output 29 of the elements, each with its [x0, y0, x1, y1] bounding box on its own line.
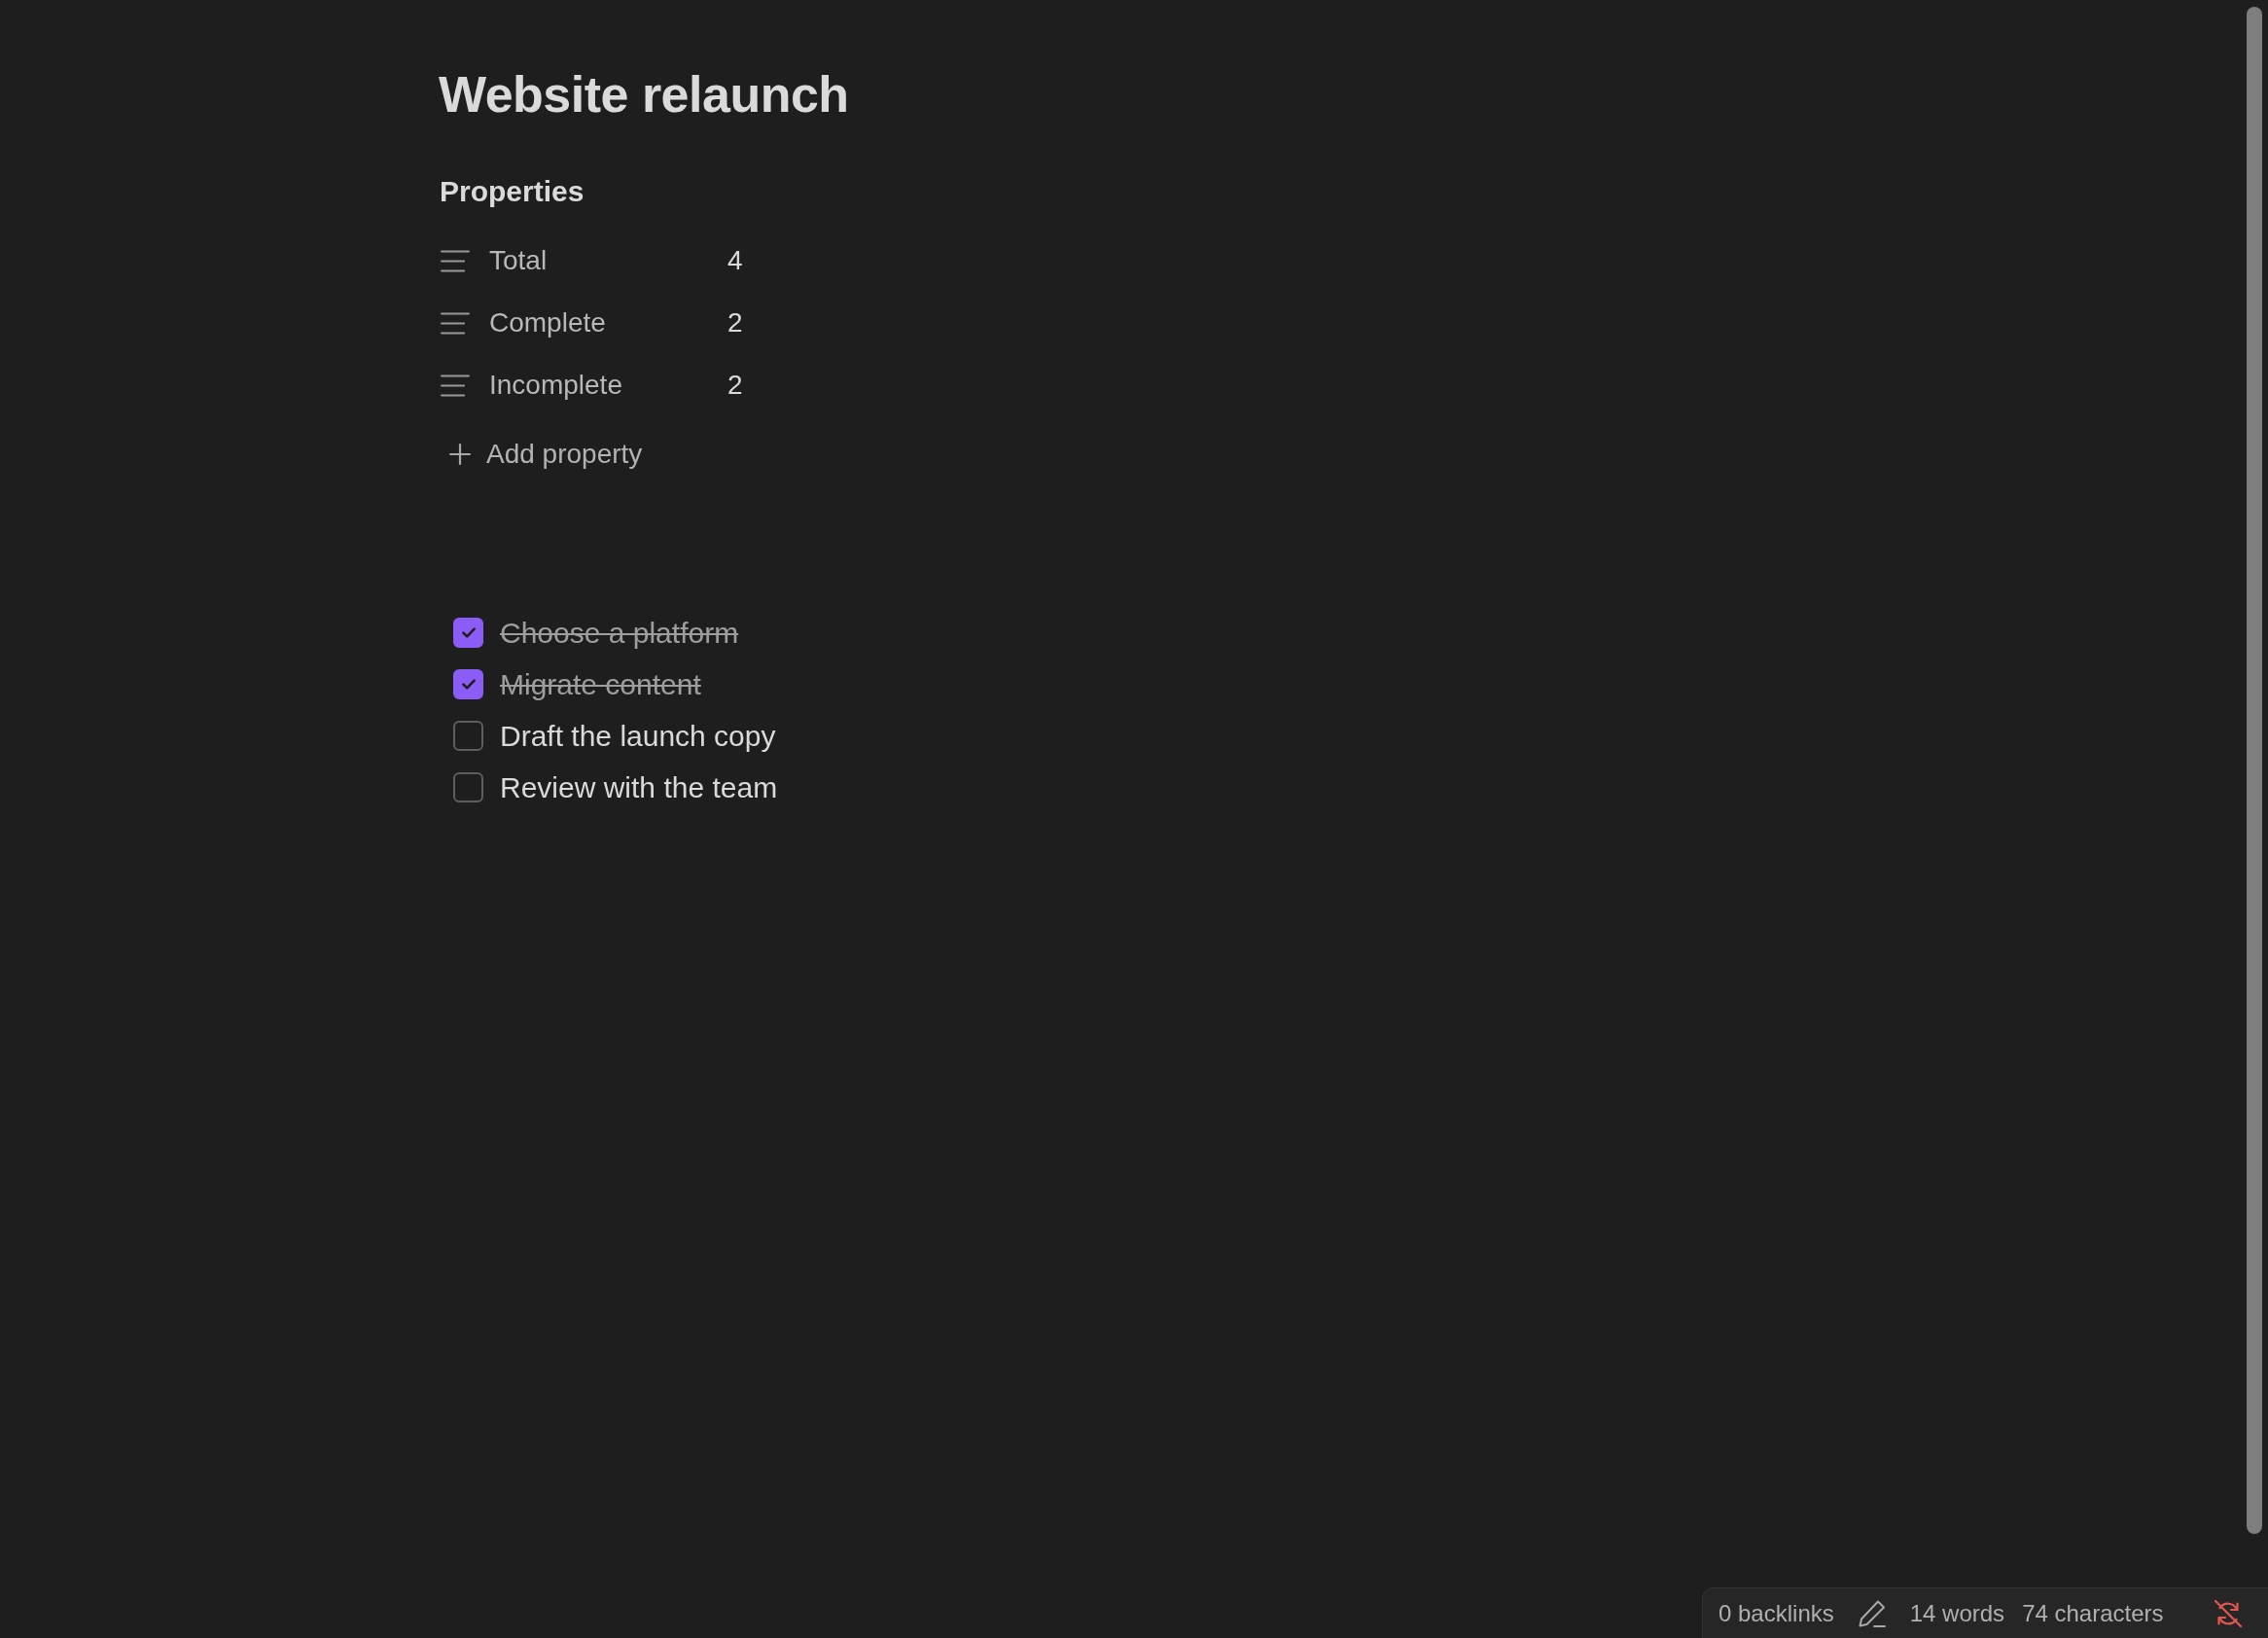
word-count: 14 words [1909, 1598, 2005, 1628]
note-title: Website relaunch [439, 65, 849, 125]
task-text: Draft the launch copy [500, 718, 776, 754]
checkbox[interactable] [453, 618, 483, 648]
add-property-button[interactable]: Add property [439, 423, 643, 485]
checkbox[interactable] [453, 669, 483, 699]
sync-off-icon[interactable] [2214, 1598, 2243, 1628]
text-lines-icon [441, 249, 470, 272]
pencil-icon[interactable] [1857, 1598, 1887, 1628]
property-name[interactable]: Complete [489, 303, 727, 342]
property-value[interactable]: 4 [727, 241, 743, 280]
checkbox[interactable] [453, 721, 483, 751]
character-count: 74 characters [2022, 1598, 2164, 1628]
check-icon [461, 627, 476, 638]
text-lines-icon [441, 311, 470, 335]
properties-heading: Properties [440, 174, 585, 209]
task-text: Migrate content [500, 666, 701, 702]
plus-icon [449, 444, 471, 465]
backlinks-count[interactable]: 0 backlinks [1719, 1597, 1834, 1629]
property-name[interactable]: Total [489, 241, 727, 280]
scrollbar-thumb[interactable] [2247, 7, 2262, 1534]
task-text: Choose a platform [500, 615, 739, 651]
property-value[interactable]: 2 [727, 303, 743, 342]
property-name[interactable]: Incomplete [489, 366, 727, 405]
check-icon [461, 679, 476, 690]
property-value[interactable]: 2 [727, 366, 743, 405]
checkbox[interactable] [453, 772, 483, 802]
task-text: Review with the team [500, 769, 778, 805]
text-lines-icon [441, 374, 470, 397]
